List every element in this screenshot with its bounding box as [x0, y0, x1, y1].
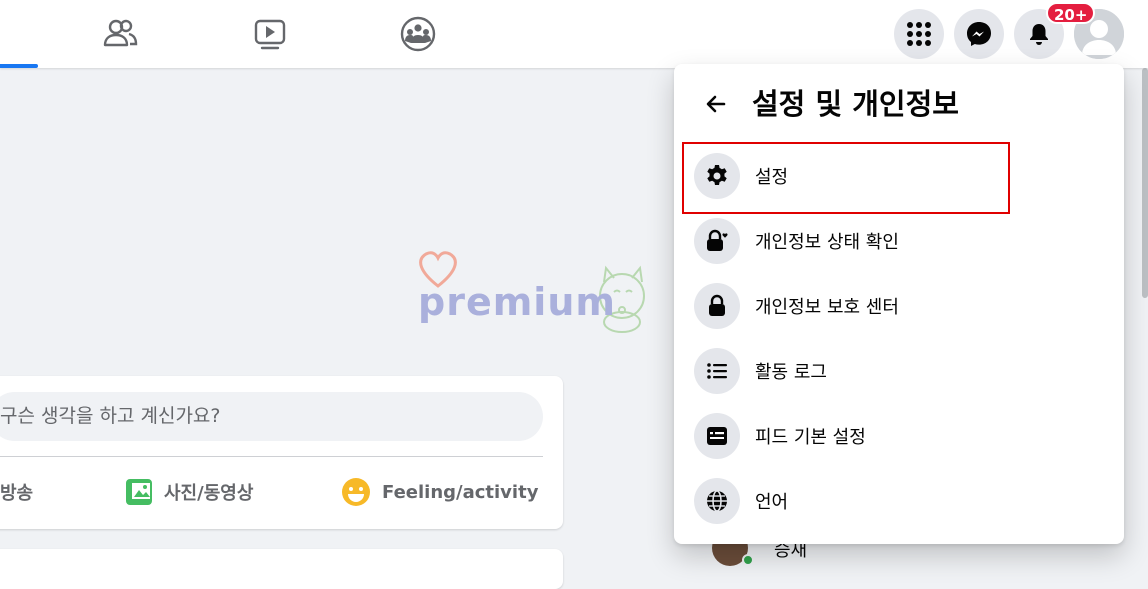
menu-item-label: 개인정보 보호 센터	[755, 297, 899, 318]
list-icon	[694, 348, 740, 394]
menu-item-label: 피드 기본 설정	[755, 427, 866, 448]
lock-heart-icon	[694, 218, 740, 264]
back-button[interactable]	[698, 86, 734, 122]
online-status-dot	[742, 554, 754, 566]
live-video-button[interactable]: 방송	[0, 474, 33, 510]
smiley-icon	[342, 478, 370, 506]
menu-item-privacy-checkup[interactable]: 개인정보 상태 확인	[694, 210, 1104, 272]
page-scrollbar[interactable]	[1142, 68, 1148, 298]
feed-card	[0, 549, 563, 589]
messenger-icon	[967, 22, 991, 46]
groups-icon[interactable]	[398, 14, 438, 54]
menu-grid-button[interactable]	[894, 9, 944, 59]
menu-item-language[interactable]: 언어	[694, 470, 1104, 532]
menu-item-label: 설정	[755, 167, 789, 188]
notifications-icon	[1030, 24, 1048, 45]
menu-item-settings[interactable]: 설정	[694, 145, 1104, 207]
menu-item-label: 활동 로그	[755, 362, 827, 383]
watermark-text: premium	[418, 280, 616, 324]
settings-privacy-menu: 설정 및 개인정보 설정 개인정보 상태 확인 개인정보 보호 센터 활동 로그…	[674, 64, 1124, 544]
menu-title: 설정 및 개인정보	[752, 87, 959, 121]
post-composer: 구슨 생각을 하고 계신가요? 방송 사진/동영상 Feeling/activi…	[0, 376, 563, 529]
top-navigation-bar: 20+	[0, 0, 1148, 68]
feeling-activity-label: Feeling/activity	[382, 481, 539, 503]
watch-icon[interactable]	[250, 14, 290, 54]
menu-item-label: 개인정보 상태 확인	[755, 232, 899, 253]
menu-grid-icon	[907, 22, 931, 46]
menu-item-feed-preferences[interactable]: 피드 기본 설정	[694, 405, 1104, 467]
menu-item-label: 언어	[755, 492, 789, 513]
back-arrow-icon	[706, 95, 726, 113]
feed-icon	[694, 413, 740, 459]
notification-count-badge: 20+	[1046, 2, 1096, 24]
lock-icon	[694, 283, 740, 329]
menu-item-activity-log[interactable]: 활동 로그	[694, 340, 1104, 402]
composer-divider	[0, 456, 543, 457]
gear-icon	[694, 153, 740, 199]
active-tab-indicator	[0, 64, 38, 68]
menu-item-privacy-center[interactable]: 개인정보 보호 센터	[694, 275, 1104, 337]
composer-input[interactable]: 구슨 생각을 하고 계신가요?	[0, 392, 543, 441]
photo-icon	[126, 479, 152, 505]
live-video-label: 방송	[0, 483, 34, 504]
globe-icon	[694, 478, 740, 524]
photo-video-button[interactable]: 사진/동영상	[124, 474, 253, 510]
premium-watermark: premium	[410, 248, 660, 338]
photo-video-label: 사진/동영상	[164, 483, 254, 504]
feeling-activity-button[interactable]: Feeling/activity	[340, 474, 538, 510]
friends-icon[interactable]	[100, 14, 140, 54]
messenger-button[interactable]	[954, 9, 1004, 59]
